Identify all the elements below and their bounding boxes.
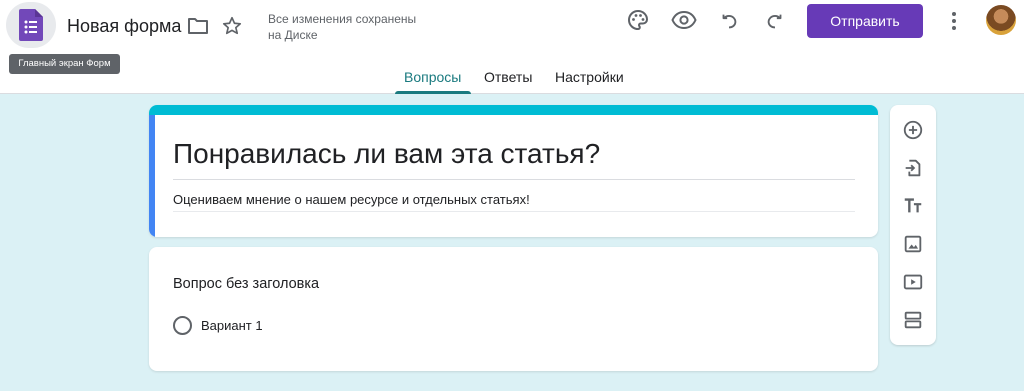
save-status: Все изменения сохранены на Диске: [268, 11, 438, 43]
tab-bar: Вопросы Ответы Настройки: [0, 64, 1024, 94]
preview-eye-icon[interactable]: [671, 7, 697, 33]
forms-home-button[interactable]: [6, 2, 56, 48]
tab-questions[interactable]: Вопросы: [404, 69, 461, 85]
option-label[interactable]: Вариант 1: [201, 317, 263, 334]
divider: [173, 179, 855, 180]
add-section-icon[interactable]: [901, 308, 925, 332]
question-card[interactable]: Вопрос без заголовка Вариант 1: [149, 247, 878, 371]
save-status-line2: на Диске: [268, 28, 318, 42]
avatar[interactable]: [986, 5, 1016, 35]
add-video-icon[interactable]: [901, 270, 925, 294]
question-title[interactable]: Вопрос без заголовка: [173, 274, 319, 294]
app-header: Главный экран Форм Новая форма Все измен…: [0, 0, 1024, 94]
star-icon[interactable]: [219, 13, 245, 39]
divider: [173, 211, 855, 212]
add-question-icon[interactable]: [901, 118, 925, 142]
floating-toolbar: [890, 105, 936, 345]
forms-logo-icon: [19, 9, 43, 41]
save-status-line1: Все изменения сохранены: [268, 12, 417, 26]
form-name[interactable]: Новая форма: [67, 14, 181, 38]
active-tab-indicator: [395, 91, 471, 94]
redo-icon[interactable]: [762, 8, 788, 34]
card-accent-top: [149, 105, 878, 115]
form-header-card[interactable]: Понравилась ли вам эта статья? Оцениваем…: [149, 105, 878, 237]
card-accent-left: [149, 115, 155, 237]
tab-settings[interactable]: Настройки: [555, 69, 624, 85]
more-vert-icon[interactable]: [941, 8, 967, 34]
add-image-icon[interactable]: [901, 232, 925, 256]
add-title-icon[interactable]: [901, 194, 925, 218]
radio-button[interactable]: [173, 316, 192, 335]
palette-icon[interactable]: [625, 7, 651, 33]
folder-icon[interactable]: [185, 13, 211, 39]
form-description[interactable]: Оцениваем мнение о нашем ресурсе и отдел…: [173, 191, 530, 209]
send-button[interactable]: Отправить: [807, 4, 923, 38]
import-questions-icon[interactable]: [901, 156, 925, 180]
undo-icon[interactable]: [716, 8, 742, 34]
form-title[interactable]: Понравилась ли вам эта статья?: [173, 134, 600, 174]
tab-responses[interactable]: Ответы: [484, 69, 532, 85]
